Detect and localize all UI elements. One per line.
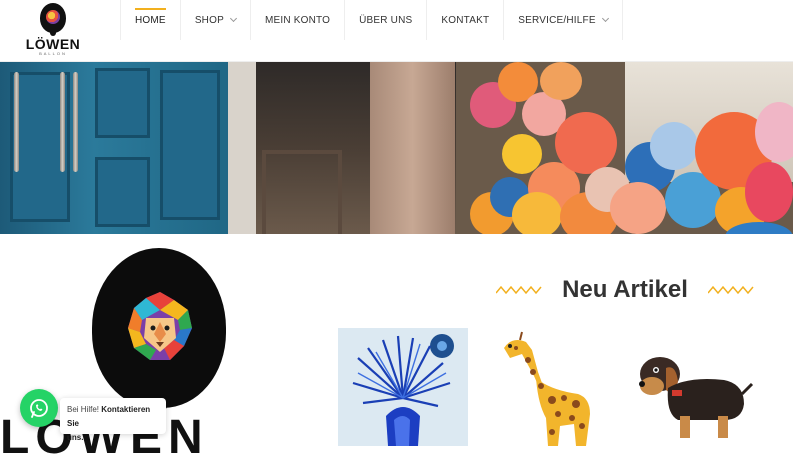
lion-icon <box>128 292 192 360</box>
chevron-down-icon <box>229 14 237 23</box>
nav-label: ÜBER UNS <box>359 14 413 26</box>
whatsapp-text-suffix: uns. <box>67 433 84 442</box>
site-logo[interactable]: LÖWEN BALLON <box>22 3 84 59</box>
chevron-down-icon <box>601 14 609 23</box>
whatsapp-help-bubble[interactable]: Bei Hilfe! Kontaktieren Sie uns. <box>60 398 166 442</box>
door-handle <box>60 72 65 172</box>
section-title-text: Neu Artikel <box>562 276 688 303</box>
nav-item-home[interactable]: HOME <box>120 0 181 40</box>
chair <box>262 150 342 234</box>
nav-item-ueber-uns[interactable]: ÜBER UNS <box>345 0 428 40</box>
balloon <box>555 112 617 174</box>
nav-item-service-hilfe[interactable]: SERVICE/HILFE <box>504 0 623 40</box>
door-handle <box>14 72 19 172</box>
nav-label: HOME <box>135 14 166 26</box>
hero-banner <box>0 62 793 234</box>
door-panel <box>160 70 220 220</box>
foil-weight-image <box>352 334 454 446</box>
blue-door <box>0 62 235 234</box>
nav-label: SERVICE/HILFE <box>518 14 596 26</box>
balloon <box>610 182 666 234</box>
site-header: LÖWEN BALLON HOME SHOP MEIN KONTO ÜBER U… <box>0 0 793 62</box>
nav-item-shop[interactable]: SHOP <box>181 0 251 40</box>
balloon <box>745 162 793 222</box>
balloon <box>512 192 562 234</box>
door-panel <box>95 68 150 138</box>
door-handle <box>73 72 78 172</box>
balloon <box>540 62 582 100</box>
product-card-dachshund[interactable] <box>628 328 758 446</box>
nav-item-mein-konto[interactable]: MEIN KONTO <box>251 0 346 40</box>
door-panel <box>95 157 150 227</box>
giraffe-balloon-image <box>504 331 590 446</box>
whatsapp-chat-button[interactable] <box>20 389 58 427</box>
logo-text: LÖWEN <box>25 36 81 52</box>
person-in-coat <box>370 62 455 234</box>
nav-label: MEIN KONTO <box>264 14 331 26</box>
whatsapp-text-prefix: Bei Hilfe! <box>67 405 100 414</box>
logo-balloon-icon <box>40 3 66 33</box>
whatsapp-icon <box>30 399 48 418</box>
zigzag-decoration-icon <box>496 285 542 295</box>
section-title-new-items: Neu Artikel <box>480 274 770 306</box>
nav-item-kontakt[interactable]: KONTAKT <box>427 0 505 40</box>
zigzag-decoration-icon <box>707 285 754 295</box>
logo-tagline: BALLON <box>39 51 67 56</box>
product-card-giraffe[interactable] <box>486 328 616 446</box>
product-card-foil-weight[interactable] <box>338 328 468 446</box>
dachshund-balloon-image <box>639 357 754 438</box>
nav-label: KONTAKT <box>441 14 490 26</box>
nav-label: SHOP <box>194 14 224 26</box>
balloon <box>650 122 698 170</box>
main-nav: HOME SHOP MEIN KONTO ÜBER UNS KONTAKT SE… <box>120 0 623 40</box>
door-frame <box>228 62 256 234</box>
